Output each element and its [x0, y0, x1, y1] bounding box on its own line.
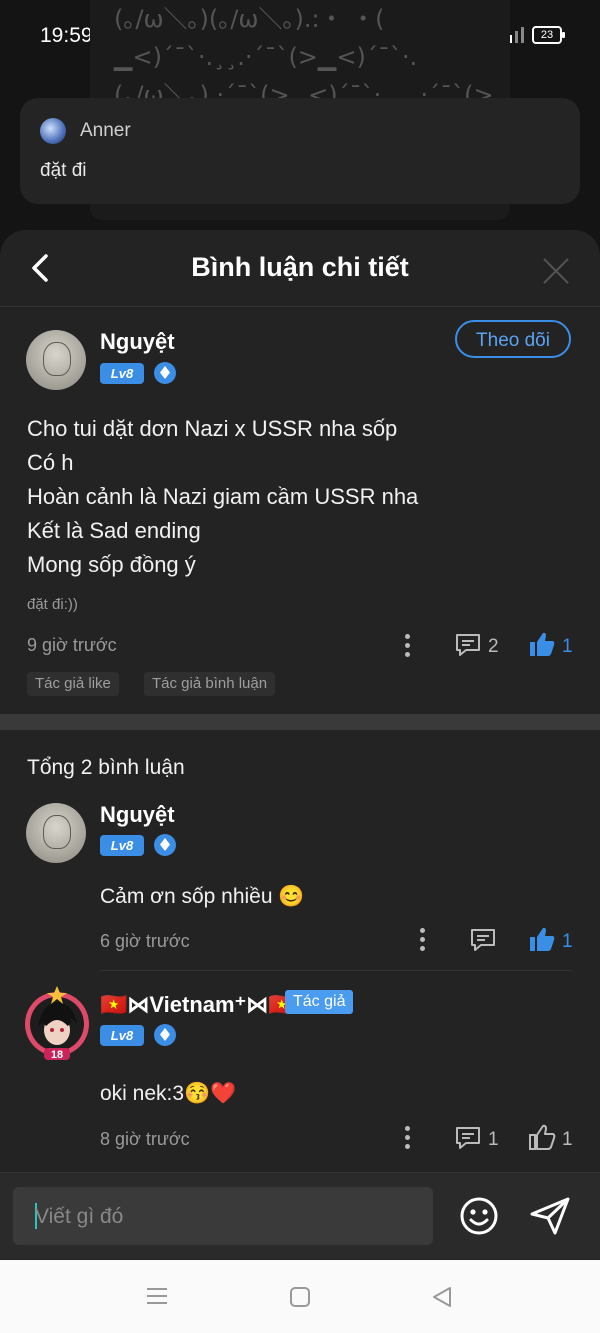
parent-comment-card: Anner đặt đi	[20, 98, 580, 204]
level-icon	[154, 834, 176, 856]
parent-comment-text: đặt đi	[40, 160, 87, 181]
like-count: 1	[562, 931, 573, 952]
back-nav-icon[interactable]	[430, 1285, 454, 1309]
parent-comment-author: Anner	[80, 120, 131, 141]
like-count: 1	[562, 636, 573, 657]
post-line: Cho tui dặt dơn Nazi x USSR nha sốp	[27, 416, 398, 441]
battery-icon: 23	[532, 26, 565, 44]
comment-icon[interactable]	[469, 927, 497, 953]
post-line: Có h	[27, 450, 74, 475]
post-line: Hoàn cảnh là Nazi giam cầm USSR nha	[27, 484, 419, 509]
more-options-icon[interactable]	[405, 634, 411, 658]
reply-text: Cảm ơn sốp nhiều 😊	[100, 885, 305, 908]
emoji-button[interactable]	[459, 1196, 499, 1236]
system-navigation-bar	[0, 1260, 600, 1333]
avatar[interactable]	[26, 330, 86, 390]
comment-input[interactable]	[33, 1187, 427, 1247]
author-tag-badge: Tác giả	[285, 990, 354, 1014]
send-button[interactable]	[529, 1196, 571, 1236]
sheet-header: Bình luận chi tiết	[0, 230, 600, 307]
close-button[interactable]	[542, 256, 570, 284]
level-badge: Lv8	[100, 1025, 144, 1046]
post-content: Cho tui dặt dơn Nazi x USSR nha sốp Có h…	[27, 412, 418, 582]
more-options-icon[interactable]	[405, 1126, 411, 1150]
comment-detail-sheet: Bình luận chi tiết Nguyệt Lv8 Theo dõi C…	[0, 230, 600, 1260]
total-comments-label: Tổng 2 bình luận	[27, 756, 185, 779]
comment-input-bar	[0, 1172, 600, 1259]
svg-text:18: 18	[51, 1049, 63, 1060]
avatar[interactable]	[26, 803, 86, 863]
reply-timestamp: 8 giờ trước	[100, 1129, 190, 1149]
post-line: Kết là Sad ending	[27, 518, 201, 543]
avatar	[40, 118, 66, 144]
like-outline-icon[interactable]	[528, 1124, 556, 1150]
home-nav-icon[interactable]	[289, 1286, 311, 1308]
art-line: ▁<)´¯`·.¸¸.·´¯`(>▁<)´¯`·.	[114, 43, 418, 71]
post-author-name[interactable]: Nguyệt	[100, 329, 175, 355]
like-icon[interactable]	[528, 631, 556, 657]
comment-count: 1	[488, 1129, 499, 1150]
follow-button[interactable]: Theo dõi	[455, 320, 571, 358]
level-badge: Lv8	[100, 363, 144, 384]
post-line: Mong sốp đồng ý	[27, 552, 196, 577]
menu-nav-icon[interactable]	[146, 1286, 168, 1306]
page-title: Bình luận chi tiết	[191, 252, 409, 282]
reply-author-name[interactable]: 🇻🇳⋈Vietnam⁺⋈🇻🇳	[100, 992, 296, 1018]
post-note: đặt đi:))	[27, 596, 78, 613]
avatar[interactable]: 18	[22, 986, 92, 1060]
status-time: 19:59	[40, 24, 93, 47]
reply-timestamp: 6 giờ trước	[100, 931, 190, 951]
like-count: 1	[562, 1129, 573, 1150]
level-icon	[154, 362, 176, 384]
comment-icon[interactable]	[454, 632, 482, 658]
art-line: (｡/ω＼｡)(｡/ω＼｡).:・ ・(	[114, 5, 385, 33]
reply-separator	[100, 970, 572, 971]
post-timestamp: 9 giờ trước	[27, 635, 117, 655]
level-badge: Lv8	[100, 835, 144, 856]
reply-text: oki nek:3😚❤️	[100, 1082, 237, 1105]
comment-icon[interactable]	[454, 1125, 482, 1151]
section-divider	[0, 714, 600, 730]
reply-author-name[interactable]: Nguyệt	[100, 802, 175, 828]
tag-author-commented: Tác giả bình luận	[144, 672, 276, 696]
comment-count: 2	[488, 636, 499, 657]
level-icon	[154, 1024, 176, 1046]
like-icon[interactable]	[528, 926, 556, 952]
comment-input-container[interactable]	[13, 1187, 433, 1247]
more-options-icon[interactable]	[420, 928, 426, 952]
tag-author-liked: Tác giả like	[27, 672, 119, 696]
